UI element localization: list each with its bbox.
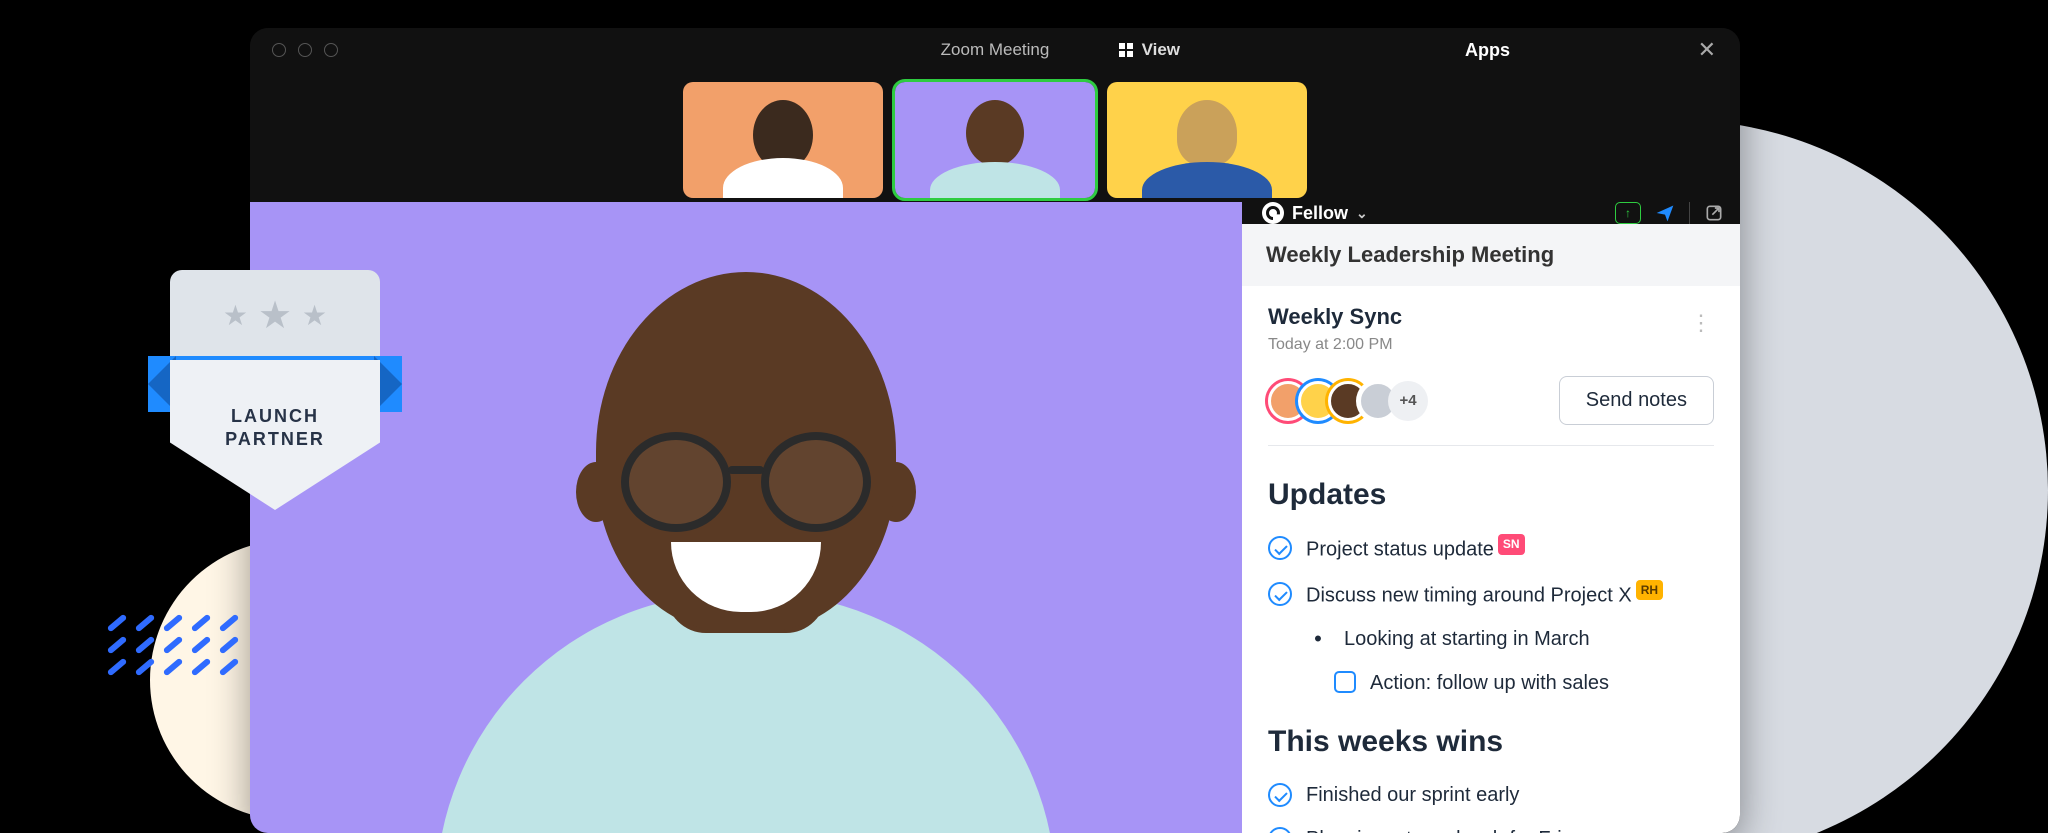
meeting-time: Today at 2:00 PM (1268, 336, 1714, 354)
assignee-tag: SN (1498, 534, 1525, 555)
agenda-text: Looking at starting in March (1344, 625, 1590, 653)
launch-partner-badge: ★★★ zoom Apps LAUNCH PARTNER (150, 270, 400, 510)
section-updates-title: Updates (1268, 478, 1714, 512)
gallery-strip (250, 72, 1740, 202)
zoom-window: Zoom Meeting View Apps ✕ (250, 28, 1740, 833)
agenda-item[interactable]: Finished our sprint early (1268, 773, 1714, 817)
agenda-item[interactable]: Discuss new timing around Project XRH (1268, 572, 1714, 618)
assignee-tag: RH (1636, 580, 1663, 601)
participant-thumb[interactable] (1107, 82, 1307, 198)
fellow-icon (1262, 202, 1284, 224)
close-icon[interactable]: ✕ (1698, 37, 1716, 63)
send-icon[interactable] (1655, 203, 1675, 223)
window-controls[interactable] (272, 43, 338, 57)
check-icon[interactable] (1268, 783, 1292, 807)
agenda-item[interactable]: Planning a team lunch for Fri (1268, 817, 1714, 833)
agenda-text: Finished our sprint early (1306, 781, 1519, 809)
view-label: View (1142, 40, 1180, 60)
check-icon[interactable] (1268, 536, 1292, 560)
more-icon[interactable]: ⋮ (1690, 310, 1714, 336)
agenda-text: Action: follow up with sales (1370, 669, 1609, 697)
section-wins-title: This weeks wins (1268, 725, 1714, 759)
agenda-text: Discuss new timing around Project X (1306, 584, 1632, 606)
agenda-subitem[interactable]: • Looking at starting in March (1268, 617, 1714, 661)
agenda-action-item[interactable]: Action: follow up with sales (1268, 661, 1714, 705)
bullet-icon: • (1306, 627, 1330, 651)
agenda-text: Planning a team lunch for Fri (1306, 825, 1562, 833)
popout-icon[interactable] (1704, 203, 1724, 223)
badge-line2: PARTNER (225, 429, 325, 450)
fellow-app-selector[interactable]: Fellow ⌄ (1262, 202, 1368, 224)
window-title: Zoom Meeting (941, 40, 1050, 60)
participant-thumb-active[interactable] (895, 82, 1095, 198)
send-notes-button[interactable]: Send notes (1559, 376, 1714, 425)
agenda-text: Project status update (1306, 539, 1494, 561)
decorative-hatch (106, 620, 246, 690)
view-button[interactable]: View (1118, 40, 1180, 60)
chevron-down-icon: ⌄ (1356, 205, 1368, 222)
grid-icon (1118, 42, 1134, 58)
meeting-title: Weekly Sync (1268, 304, 1714, 330)
meeting-header: Weekly Leadership Meeting (1242, 224, 1740, 286)
share-screen-icon[interactable]: ↑ (1615, 202, 1641, 224)
check-icon[interactable] (1268, 582, 1292, 606)
titlebar: Zoom Meeting View Apps ✕ (250, 28, 1740, 72)
attendee-overflow[interactable]: +4 (1388, 381, 1428, 421)
apps-side-panel: Fellow ⌄ ↑ Weekly Leadership Meeting Wee… (1242, 202, 1740, 833)
agenda-item[interactable]: Project status updateSN (1268, 526, 1714, 572)
check-icon[interactable] (1268, 827, 1292, 833)
checkbox-icon[interactable] (1334, 671, 1356, 693)
badge-line1: LAUNCH (231, 406, 319, 427)
participant-thumb[interactable] (683, 82, 883, 198)
app-brand: Fellow (1292, 203, 1348, 224)
apps-panel-title: Apps (1465, 40, 1510, 61)
attendee-row: +4 Send notes (1242, 362, 1740, 445)
